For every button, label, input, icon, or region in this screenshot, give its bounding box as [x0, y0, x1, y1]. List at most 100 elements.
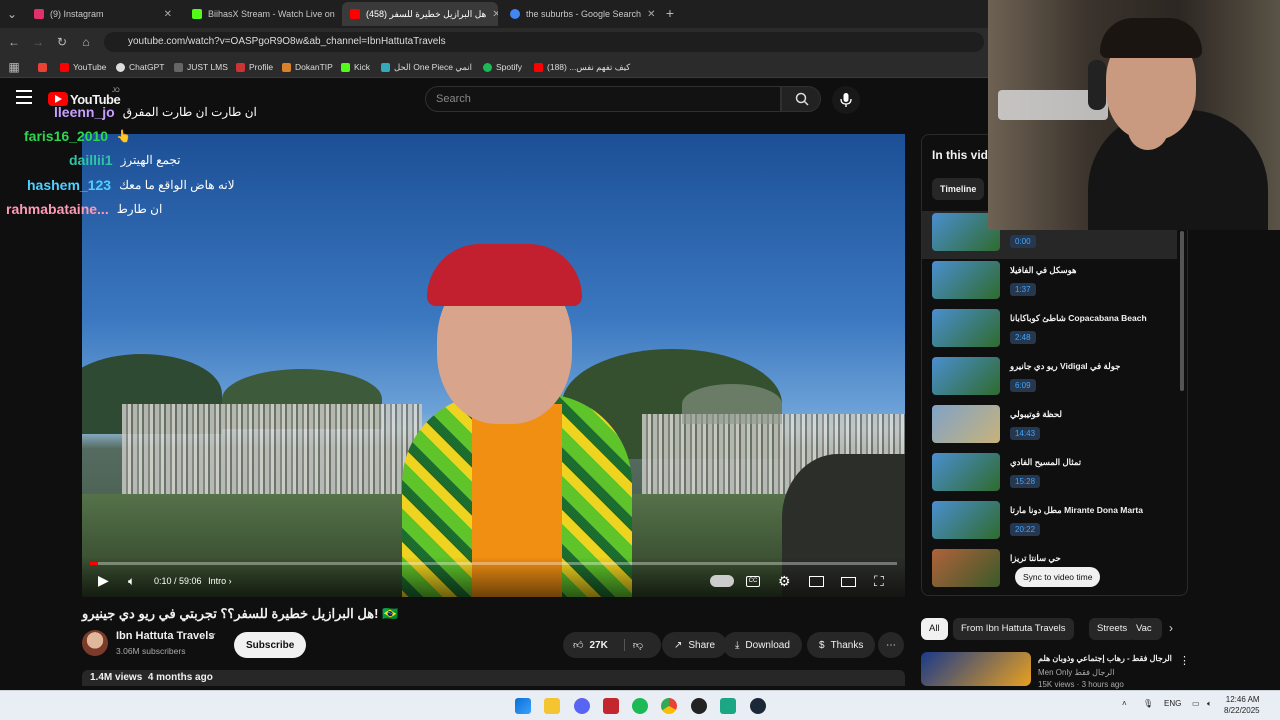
chip-all[interactable]: All	[921, 618, 948, 640]
steam-icon[interactable]	[750, 698, 766, 714]
spotify-icon[interactable]	[632, 698, 648, 714]
chip-vac[interactable]: Vac	[1128, 618, 1162, 640]
chip-from-channel[interactable]: From Ibn Hattuta Travels	[953, 618, 1074, 640]
thanks-button[interactable]: $ Thanks	[807, 632, 876, 658]
microphone-icon[interactable]: 🎙︎	[1143, 699, 1153, 708]
wifi-icon[interactable]: ▭	[1192, 699, 1200, 708]
chapter-item[interactable]: لحظة فوتيبولي 14:43	[932, 405, 1182, 447]
forward-arrow-icon[interactable]: →	[30, 34, 46, 50]
chapter-item[interactable]: هوسكل في الفافيلا 1:37	[932, 261, 1182, 303]
channel-name[interactable]: Ibn Hattuta Travels	[116, 630, 214, 642]
home-icon[interactable]: ⌂	[78, 34, 94, 50]
chrome-icon[interactable]	[661, 698, 677, 714]
download-button[interactable]: ⤓ Download	[723, 632, 802, 658]
thumbs-up-icon[interactable]: 👍︎	[573, 639, 583, 651]
language-indicator[interactable]: ENG	[1164, 699, 1181, 708]
tab-kick[interactable]: BiihasX Stream - Watch Live on ✕	[184, 2, 338, 26]
chapters-scrollbar[interactable]	[1180, 231, 1184, 391]
bookmark-label: YouTube	[73, 62, 107, 72]
theater-mode-icon[interactable]	[841, 577, 856, 587]
timeline-label: Timeline	[940, 184, 977, 194]
search-button[interactable]	[781, 86, 821, 112]
more-actions-button[interactable]: ⋯	[878, 632, 904, 658]
chapter-time: 2:48	[1010, 331, 1036, 344]
chapter-title: لحظة فوتيبولي	[1010, 409, 1062, 419]
chapter-item[interactable]: مطل دونا مارتا Mirante Dona Marta 20:22	[932, 501, 1182, 543]
apps-grid-icon[interactable]: ▦	[6, 59, 22, 75]
bookmark-chatgpt[interactable]: ChatGPT	[116, 59, 164, 75]
share-button[interactable]: ↗ Share	[662, 632, 728, 658]
volume-icon[interactable]: 🔈︎	[1207, 699, 1212, 709]
system-clock[interactable]: 12:46 AM 8/22/2025	[1224, 694, 1260, 716]
file-explorer-icon[interactable]	[544, 698, 560, 714]
chapter-item[interactable]: تمثال المسيح الفادي 15:28	[932, 453, 1182, 495]
bookmark-one-piece[interactable]: الحل One Piece انمي	[381, 59, 472, 75]
like-count[interactable]: 27K	[589, 640, 607, 651]
instagram-icon	[34, 9, 44, 19]
play-button[interactable]: ▶	[98, 572, 109, 589]
kick-icon	[341, 62, 350, 72]
chapter-label[interactable]: Intro	[208, 576, 226, 586]
streamer-hand	[1128, 110, 1168, 150]
chat-text: لانه هاض الواقع ما معك	[119, 178, 235, 192]
menu-hamburger-icon[interactable]	[16, 90, 32, 104]
tab-search-icon[interactable]: ⌄	[4, 6, 20, 22]
tab-timeline[interactable]: Timeline	[932, 178, 985, 200]
captions-icon[interactable]: CC	[746, 576, 760, 587]
whatsapp-icon[interactable]	[720, 698, 736, 714]
chevron-up-icon[interactable]: ˄	[1122, 699, 1127, 708]
fullscreen-icon[interactable]: ⛶	[874, 573, 884, 590]
sync-to-video-time-button[interactable]: Sync to video time	[1015, 567, 1101, 587]
close-icon[interactable]: ✕	[647, 9, 655, 20]
bookmark-youtube[interactable]: YouTube	[60, 59, 106, 75]
volume-icon[interactable]: 🔈︎	[128, 574, 135, 589]
bookmark-dokantip[interactable]: DokanTIP	[282, 59, 333, 75]
close-icon[interactable]: ✕	[492, 9, 498, 20]
autoplay-toggle[interactable]	[710, 575, 734, 587]
profile-icon	[236, 62, 245, 72]
search-input[interactable]: Search	[425, 86, 781, 112]
more-vert-icon[interactable]: ⋮	[1179, 654, 1190, 667]
chapter-item[interactable]: ريو دي جانيرو Vidigal جولة في 6:09	[932, 357, 1182, 399]
discord-icon[interactable]	[574, 698, 590, 714]
subscribe-button[interactable]: Subscribe	[234, 632, 307, 658]
recommended-video[interactable]: الرجال فقط - رهاب إجتماعي وذوبان هلم Men…	[921, 650, 1190, 689]
obs-icon[interactable]	[691, 698, 707, 714]
chapter-time: 20:22	[1010, 523, 1041, 536]
one-piece-icon	[381, 62, 390, 72]
bookmark-kick[interactable]: Kick	[341, 59, 370, 75]
netflix-icon[interactable]	[603, 698, 619, 714]
tab-google[interactable]: the suburbs - Google Search ✕	[502, 2, 656, 26]
close-icon[interactable]: ✕	[164, 9, 172, 20]
chat-username: rahmabataine...	[6, 201, 109, 217]
thumbs-down-icon[interactable]: 👎︎	[623, 639, 643, 651]
miniplayer-icon[interactable]	[809, 576, 824, 587]
bookmark-label: Kick	[354, 62, 371, 72]
back-arrow-icon[interactable]: ←	[6, 34, 22, 50]
video-description-box[interactable]: 1.4M views 4 months ago	[82, 670, 905, 686]
channel-avatar[interactable]	[82, 630, 108, 656]
reload-icon[interactable]: ↻	[54, 34, 70, 50]
bookmark-label: JUST LMS	[187, 62, 228, 72]
windows-start-icon[interactable]	[515, 698, 531, 714]
tab-instagram[interactable]: (9) Instagram ✕	[26, 2, 180, 26]
bookmark-just-lms[interactable]: JUST LMS	[174, 59, 228, 75]
recommended-meta: 15K views · 3 hours ago	[1038, 680, 1124, 689]
progress-bar[interactable]	[90, 562, 897, 565]
chevron-right-icon[interactable]: ›	[1169, 621, 1173, 635]
voice-search-button[interactable]	[832, 86, 860, 114]
bookmark-profile[interactable]: Profile	[236, 59, 273, 75]
bookmark-label: Spotify	[496, 62, 522, 72]
settings-gear-icon[interactable]: ⚙	[778, 573, 791, 590]
bookmark-youtube-video[interactable]: كيف تفهم نفس... (188)	[534, 59, 630, 75]
tab-youtube[interactable]: (458) هل البرازيل خطيرة للسفر ✕	[342, 2, 498, 26]
subscriber-count: 3.06M subscribers	[116, 646, 186, 656]
new-tab-button[interactable]: +	[662, 5, 678, 21]
chapter-item[interactable]: شاطئ كوباكابانا Copacabana Beach 2:48	[932, 309, 1182, 351]
bookmark-spotify[interactable]: Spotify	[483, 59, 522, 75]
url-input[interactable]: youtube.com/watch?v=OASPgoR9O8w&ab_chann…	[104, 32, 984, 52]
video-player[interactable]: ▶ 🔈︎ 0:10 / 59:06 Intro › CC ⚙ ⛶	[82, 134, 905, 597]
clock-date: 8/22/2025	[1224, 706, 1260, 715]
thanks-label: Thanks	[830, 639, 864, 651]
bookmark-gmail[interactable]	[38, 59, 47, 75]
